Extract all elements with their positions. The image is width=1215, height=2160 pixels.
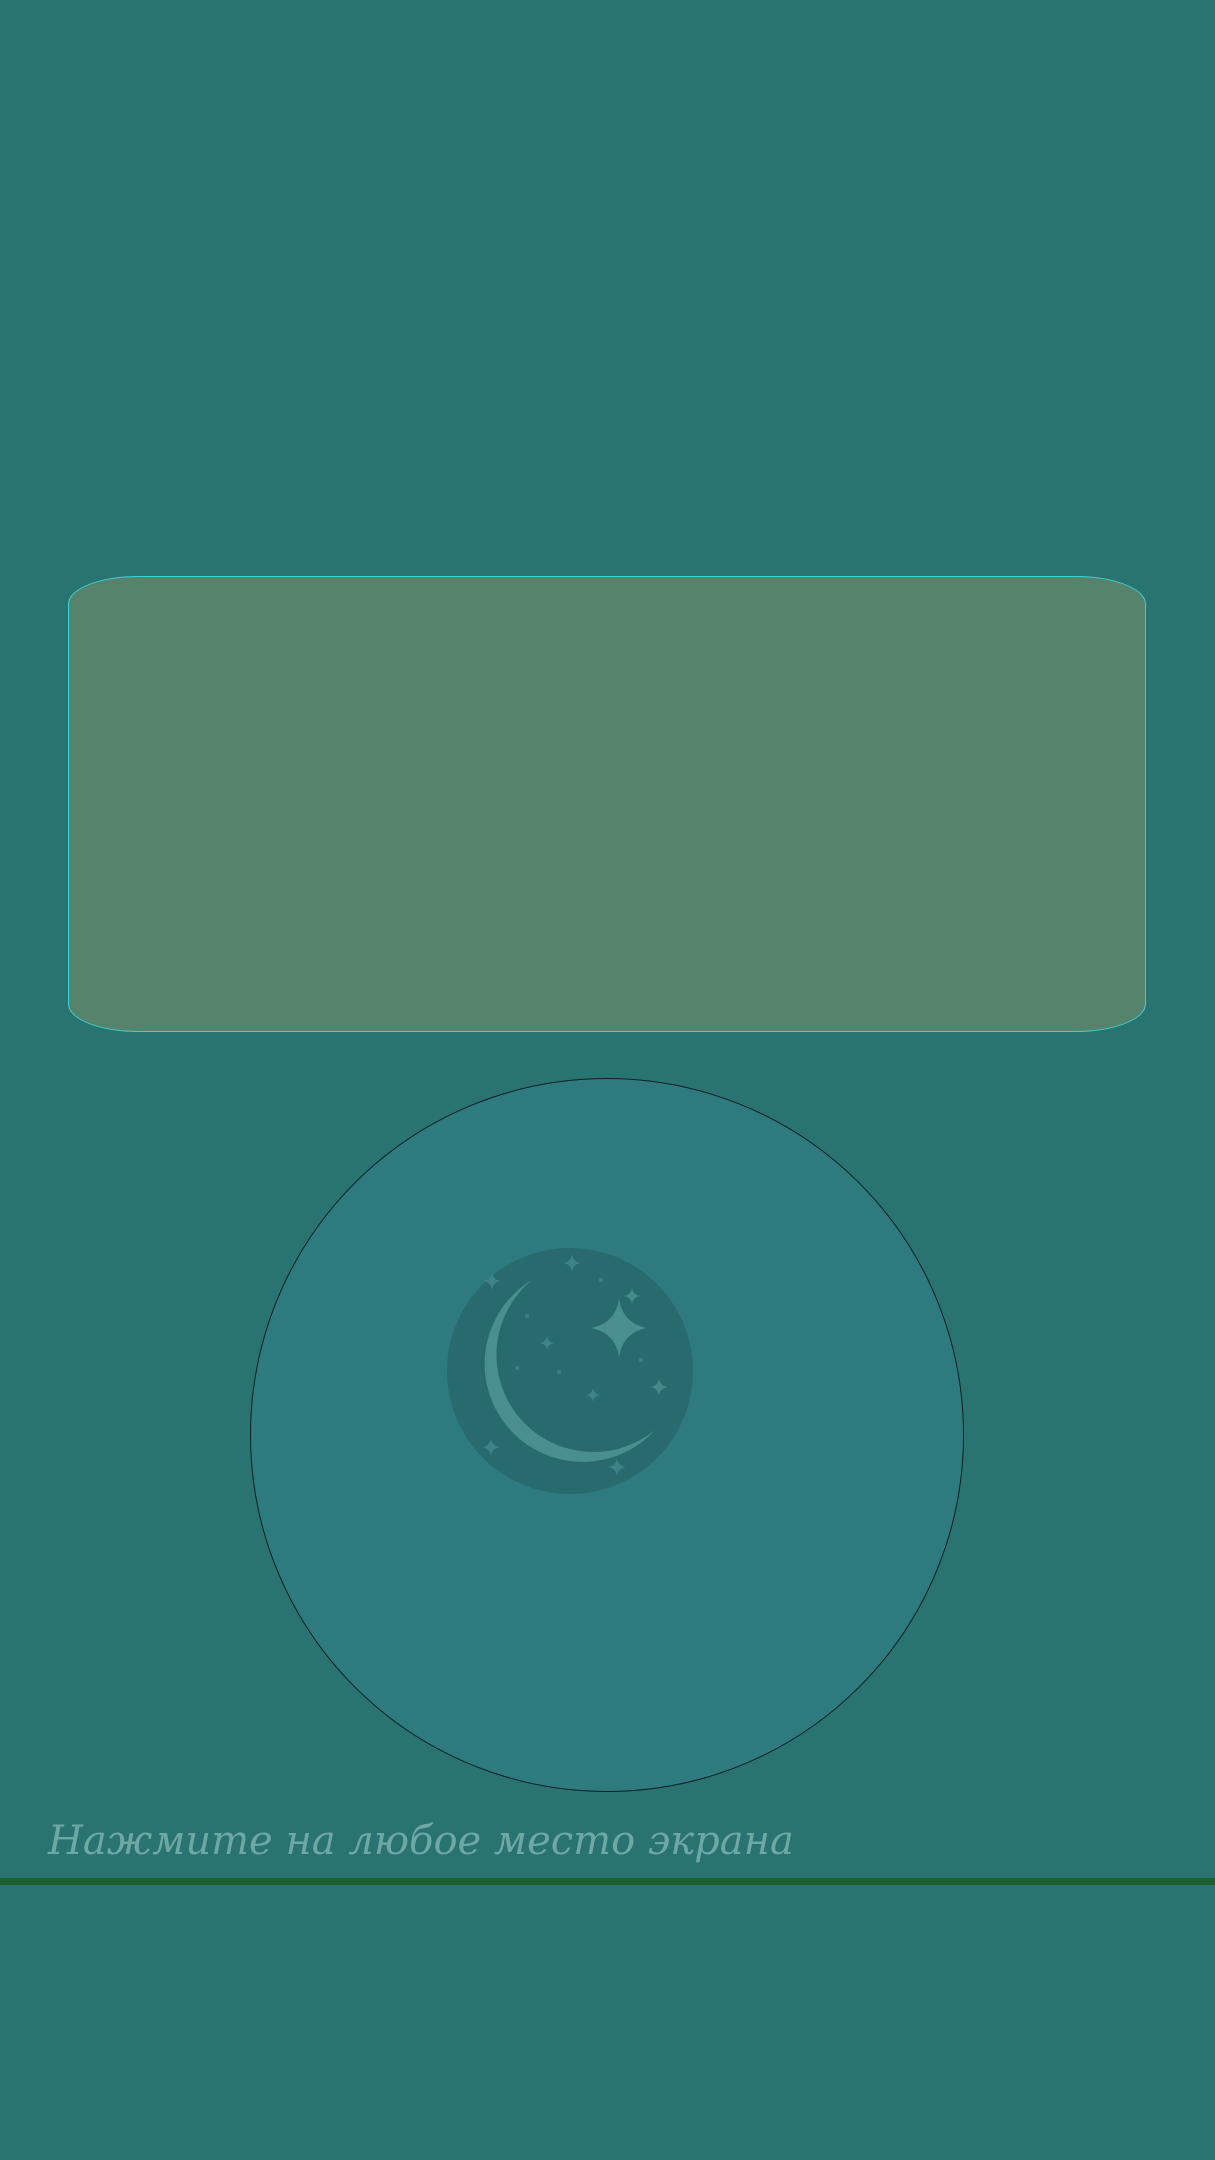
moon-stars-icon [447,1248,693,1494]
tap-anywhere-hint: Нажмите на любое место экрана [48,1818,794,1864]
bottom-divider [0,1878,1215,1885]
display-panel [68,576,1146,1032]
